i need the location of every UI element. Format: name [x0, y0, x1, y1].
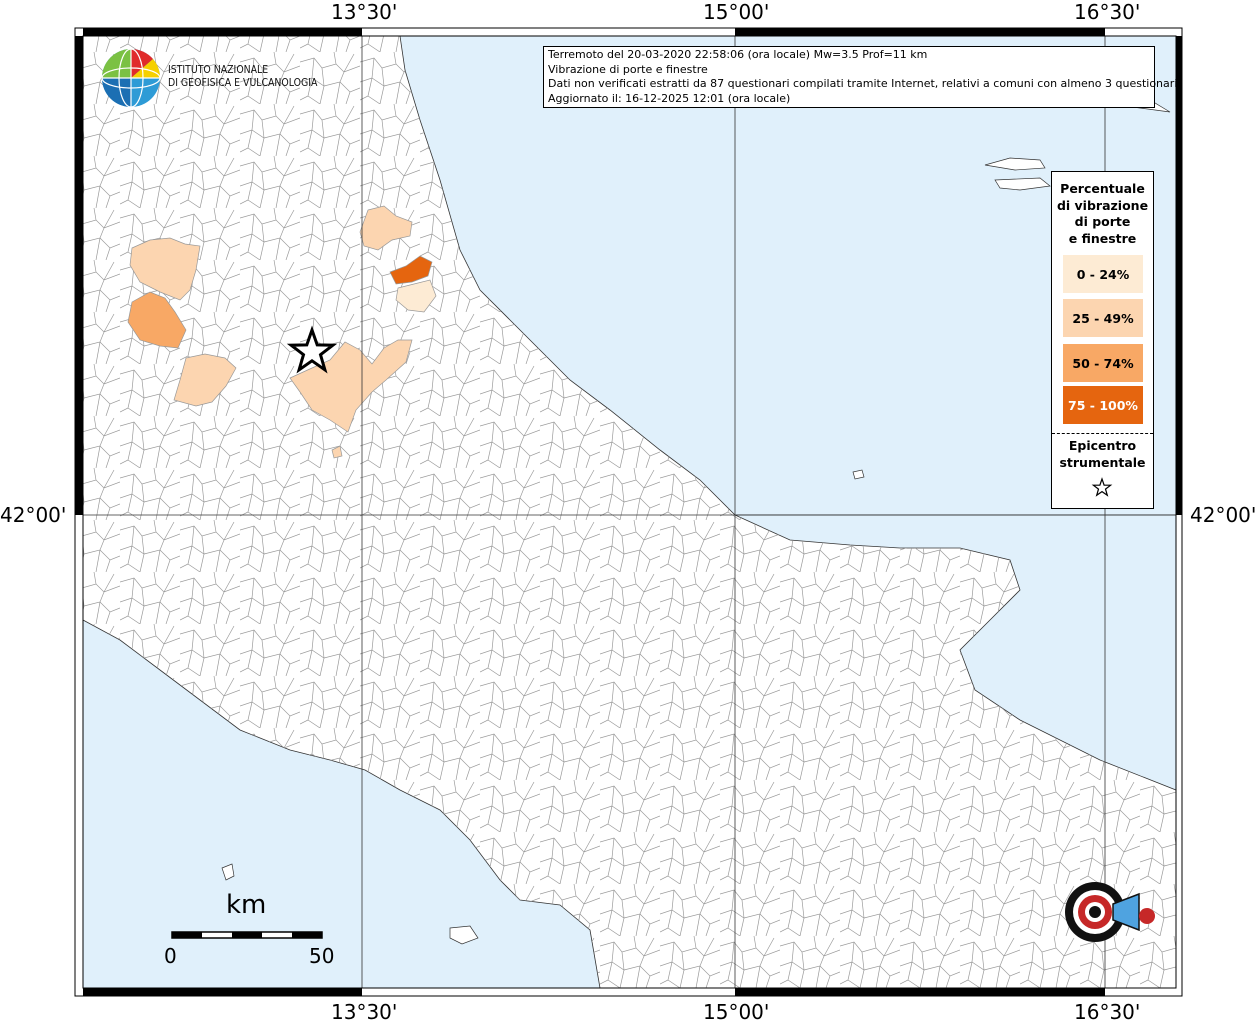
lon-label-top-3: 16°30': [1074, 0, 1141, 24]
legend-epicenter-line: Epicentro: [1068, 438, 1137, 453]
legend-item-25-49: 25 - 49%: [1063, 299, 1143, 337]
lon-label-top-1: 13°30': [331, 0, 398, 24]
legend-item-75-100: 75 - 100%: [1063, 386, 1143, 424]
event-data-note: Dati non verificati estratti da 87 quest…: [548, 77, 1181, 90]
event-title: Terremoto del 20-03-2020 22:58:06 (ora l…: [548, 48, 928, 61]
scale-min-label: 0: [164, 944, 177, 968]
legend: Percentuale di vibrazione di porte e fin…: [1051, 171, 1154, 509]
lon-label-bottom-1: 13°30': [331, 1000, 398, 1024]
ingv-logo-icon: [101, 48, 161, 108]
island: [852, 469, 865, 480]
event-updated: Aggiornato il: 16-12-2025 12:01 (ora loc…: [548, 91, 791, 105]
legend-item-50-74: 50 - 74%: [1063, 344, 1143, 382]
legend-title-line: di porte: [1074, 214, 1131, 229]
lon-label-top-2: 15°00': [703, 0, 770, 24]
ingv-line1: ISTITUTO NAZIONALE: [168, 63, 269, 76]
legend-title-line: Percentuale: [1060, 181, 1145, 196]
legend-epicenter-line: strumentale: [1059, 454, 1146, 470]
ingv-logo-text: ISTITUTO NAZIONALE DI GEOFISICA E VULCAN…: [168, 63, 317, 89]
legend-epicenter-label: Epicentro strumentale: [1052, 438, 1153, 471]
legend-separator: [1052, 433, 1153, 434]
scale-max-label: 50: [309, 944, 335, 968]
lat-label-left: 42°00': [0, 503, 67, 527]
ingv-line2: DI GEOFISICA E VULCANOLOGIA: [168, 76, 318, 89]
legend-item-0-24: 0 - 24%: [1063, 255, 1143, 293]
scale-unit-label: km: [226, 890, 267, 920]
legend-title: Percentuale di vibrazione di porte e fin…: [1052, 181, 1153, 247]
event-subtitle: Vibrazione di porte e finestre: [548, 62, 708, 76]
lon-label-bottom-2: 15°00': [703, 1000, 770, 1024]
legend-title-line: e finestre: [1068, 230, 1137, 246]
lon-label-bottom-3: 16°30': [1074, 1000, 1141, 1024]
map: [74, 27, 1183, 997]
event-info-box: Terremoto del 20-03-2020 22:58:06 (ora l…: [543, 46, 1181, 108]
legend-title-line: di vibrazione: [1056, 197, 1149, 213]
legend-star-icon: [1091, 477, 1113, 497]
scale-bar: [171, 931, 323, 939]
lat-label-right: 42°00': [1190, 503, 1255, 527]
